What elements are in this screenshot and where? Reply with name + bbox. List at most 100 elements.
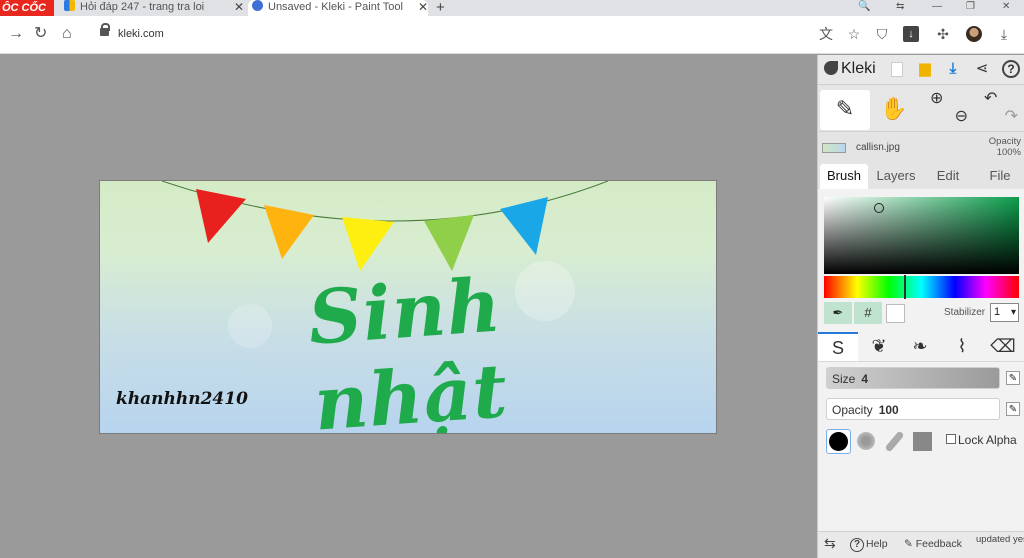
hue-slider[interactable] [824,275,1019,299]
translate-icon[interactable]: 文 [818,26,834,42]
redo-icon[interactable]: ↷ [980,108,1020,126]
tab-switch-icon[interactable]: ⇆ [896,0,904,14]
download-page-icon[interactable]: ↓ [903,26,919,42]
tab-file[interactable]: File [976,164,1024,189]
bunting-flag [264,205,314,259]
kleki-logo-text: Kleki [841,60,876,77]
tab-layers[interactable]: Layers [870,164,922,189]
swap-side-icon[interactable]: ⇆ [824,535,836,552]
bunting-flag [196,189,246,243]
kleki-top-bar: Kleki ▆ ⤓ ⋖ ? [818,55,1024,85]
hex-input-button[interactable]: # [854,302,882,324]
updated-note[interactable]: updated yesterday [976,534,1024,545]
help-label: Help [866,538,888,550]
reload-icon[interactable]: ↻ [34,26,47,42]
shield-icon[interactable]: ⛉ [874,26,890,42]
close-window-icon[interactable]: ✕ [1002,0,1010,14]
restore-window-icon[interactable]: ❐ [966,0,975,14]
soft-tip-icon[interactable] [854,429,879,454]
downloads-icon[interactable]: ⤓ [996,26,1012,42]
open-folder-icon[interactable]: ▆ [916,60,934,78]
size-edit-icon[interactable]: ✎ [1006,371,1020,385]
panel-footer: ⇆ ?Help ✎ Feedback updated yesterday [818,531,1024,558]
layer-opacity: Opacity 100% [989,136,1021,158]
bookmark-star-icon[interactable]: ☆ [846,26,862,42]
layer-opacity-value: 100% [996,147,1021,158]
layer-preview-row[interactable]: callisn.jpg Opacity 100% [818,133,1024,163]
eyedropper-icon[interactable]: ✒ [824,302,852,324]
color-saturation-value-picker[interactable] [824,197,1019,274]
brush-icon: ✎ [835,96,855,121]
pixel-brush-icon[interactable]: ⌇ [942,332,982,361]
eraser-icon[interactable]: ⌫ [983,332,1023,361]
extensions-puzzle-icon[interactable]: ✣ [935,26,951,42]
kleki-logo[interactable]: Kleki [824,60,876,78]
stabilizer-label: Stabilizer [944,307,986,318]
pen-brush-icon[interactable]: S [818,332,858,361]
help-icon[interactable]: ? [1002,60,1020,78]
url-field[interactable]: kleki.com [118,28,164,40]
history-controls: ↶ ↷ [980,90,1020,130]
checkbox-icon[interactable] [946,434,956,444]
color-tools-row: ✒ # Stabilizer 1 [824,302,1019,324]
search-tabs-icon[interactable]: 🔍 [858,0,870,14]
kleki-side-panel: Kleki ▆ ⤓ ⋖ ? ✎ ✋ ⊕ ⊖ ↶ ↷ callisn.jpg Op… [817,55,1024,558]
close-tab-icon[interactable]: ✕ [234,0,244,15]
lock-icon[interactable] [100,23,110,38]
opacity-value: 100 [878,403,899,417]
zoom-in-icon[interactable]: ⊕ [926,90,970,108]
profile-avatar[interactable] [966,26,982,42]
hue-slider-handle[interactable] [904,275,906,299]
new-tab-button[interactable]: + [436,0,445,16]
share-icon[interactable]: ⋖ [973,60,991,78]
size-value: 4 [861,372,869,386]
angled-tip-icon[interactable] [882,429,907,454]
sketchy-brush-icon[interactable]: ❧ [900,332,940,361]
minimize-window-icon[interactable]: — [932,0,942,14]
opacity-edit-icon[interactable]: ✎ [1006,402,1020,416]
tab-brush[interactable]: Brush [820,164,868,189]
brush-opacity-slider[interactable]: Opacity 100 [826,398,1000,420]
bunting-flag [500,197,548,255]
secondary-color-swatch[interactable] [886,304,905,323]
zoom-out-icon[interactable]: ⊖ [926,108,970,126]
brush-tool-button[interactable]: ✎ [820,90,870,130]
close-tab-icon[interactable]: ✕ [418,0,428,15]
brush-settings: ✒ # Stabilizer 1 S ❦ ❧ ⌇ ⌫ Size 4 ✎ Opaci… [818,189,1024,558]
feedback-label: Feedback [915,538,962,550]
undo-icon[interactable]: ↶ [980,90,1020,108]
tool-bar: ✎ ✋ ⊕ ⊖ ↶ ↷ [818,86,1024,132]
home-icon[interactable]: ⌂ [62,26,72,42]
forward-arrow-icon[interactable]: → [8,26,24,42]
bunting-flag [342,217,394,271]
new-image-icon[interactable] [891,62,903,77]
tab-hoi-dap[interactable]: Hỏi đáp 247 - trang tra loi ✕ [64,0,244,16]
size-slider-text: Size 4 [832,372,868,386]
square-tip-icon[interactable] [910,429,935,454]
kleki-bird-icon [824,61,838,75]
drawing-workspace[interactable]: Sinh nhật khanhhn2410 [0,55,817,558]
tab-edit[interactable]: Edit [924,164,972,189]
drawing-canvas[interactable]: Sinh nhật khanhhn2410 [99,180,717,434]
brush-size-slider[interactable]: Size 4 [826,367,1000,389]
site-favicon-icon [64,0,75,11]
feedback-link[interactable]: ✎ Feedback [904,538,962,550]
color-picker-cursor[interactable] [874,203,884,213]
save-download-icon[interactable]: ⤓ [944,60,962,78]
stabilizer-select[interactable]: 1 [990,303,1019,322]
layer-name: callisn.jpg [856,142,900,153]
hand-icon: ✋ [880,96,908,121]
round-tip-icon[interactable] [826,429,851,454]
hand-tool-button[interactable]: ✋ [874,90,914,130]
help-circle-icon: ? [850,538,864,552]
brush-type-bar: S ❦ ❧ ⌇ ⌫ [818,332,1024,362]
size-label: Size [832,372,856,386]
layer-thumbnail [822,143,846,153]
blend-brush-icon[interactable]: ❦ [859,332,899,361]
lock-alpha-checkbox[interactable]: Lock Alpha [946,433,1017,447]
browser-brand-logo[interactable]: ÔC CỐC [0,0,54,16]
brush-shape-row: Lock Alpha [826,429,1021,455]
browser-tab-bar: ÔC CỐC Hỏi đáp 247 - trang tra loi ✕ Uns… [0,0,1024,16]
tab-kleki[interactable]: Unsaved - Kleki - Paint Tool ✕ [248,0,428,16]
help-link[interactable]: ? Help [850,538,888,552]
